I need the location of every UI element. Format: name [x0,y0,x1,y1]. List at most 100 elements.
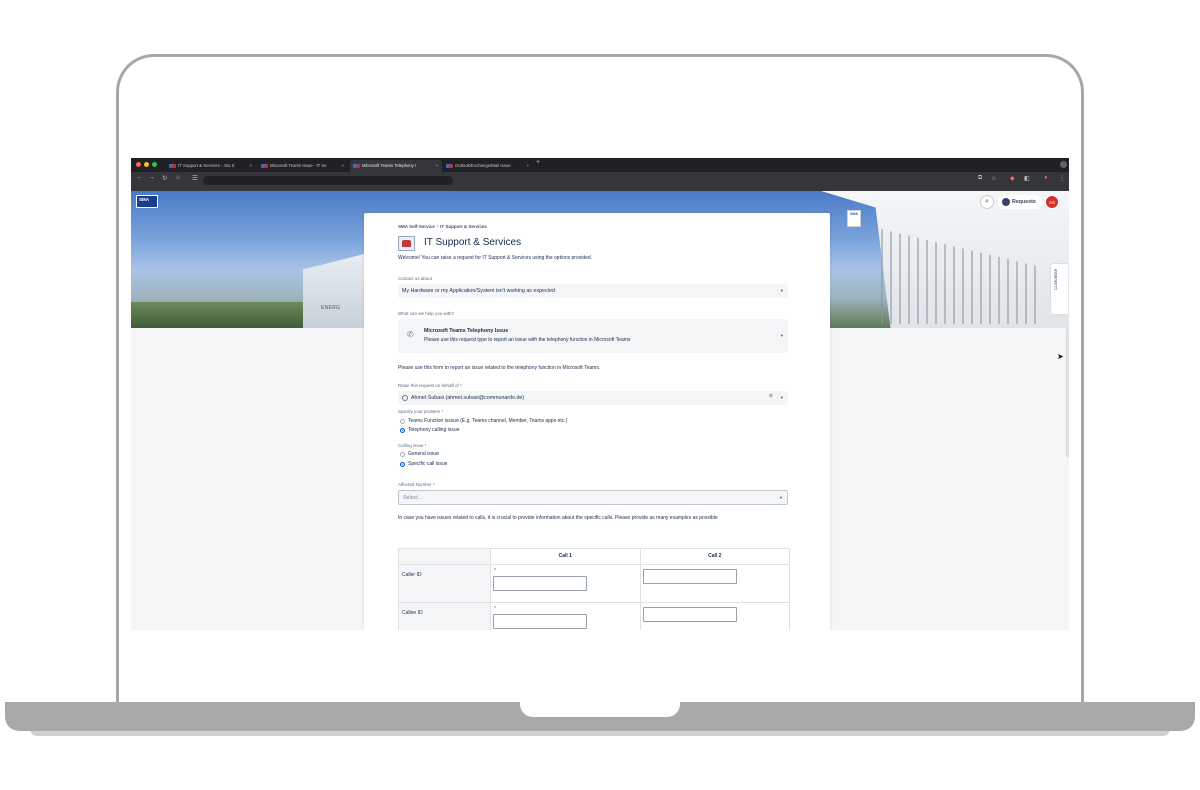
translate-icon[interactable]: ⧉ [978,175,982,182]
chevron-down-icon: ▾ [780,395,783,400]
calls-note-text: In case you have issues related to calls… [398,515,718,521]
browser-tab-3[interactable]: Microsoft Teams Telephony I × [350,160,442,172]
chevron-down-icon: ▾ [780,333,783,338]
browser-tab-2[interactable]: Microsoft Teams Issue - IT Se × [258,160,348,172]
radio-teams-function[interactable] [400,419,405,424]
search-icon[interactable]: ⌕ [980,195,994,209]
tab-label: IT Support & Services - Jira S [178,163,235,168]
requests-button[interactable]: Requests [998,195,1042,209]
chevron-down-icon: ▾ [780,288,783,293]
customise-label: Customise [1053,268,1058,290]
required-marker: * [494,606,496,612]
table-cell: * [490,602,641,630]
contact-select[interactable]: My Hardware or my Application/System isn… [398,284,788,298]
radio-specific-call[interactable] [400,462,405,467]
radio-label-specific-call: Specific call issue [408,461,448,467]
affected-number-select[interactable]: Select... ▾ [398,490,788,505]
maximize-window-icon[interactable] [152,162,157,167]
profile-icon[interactable]: ● [1044,175,1048,181]
callee-id-call-1-input[interactable] [493,614,587,629]
close-tab-icon[interactable]: × [341,160,344,172]
tab-label: Outlook/Exchange/Mail Issue [455,163,511,168]
browser-menu-icon[interactable]: ⋮ [1059,175,1065,182]
affected-number-placeholder: Select... [403,495,423,501]
phone-icon: ✆ [407,330,414,339]
table-cell [639,564,790,603]
minimize-window-icon[interactable] [144,162,149,167]
behalf-select[interactable]: Ahmet Subasi (ahmet.subasi@communardo.de… [398,391,788,405]
building-logo: SMA [847,210,861,227]
close-tab-icon[interactable]: × [249,160,252,172]
callee-id-call-2-input[interactable] [642,607,737,622]
table-row: Caller ID * [398,564,790,603]
tab-bar: IT Support & Services - Jira S × Microso… [131,158,1069,172]
row-header-caller-id: Caller ID [398,564,491,603]
site-settings-icon[interactable]: ☰ [192,174,198,182]
browser-screen: IT Support & Services - Jira S × Microso… [131,158,1069,630]
caller-id-call-1-input[interactable] [493,576,587,591]
caller-id-call-2-input[interactable] [642,569,737,584]
required-marker: * [494,568,496,574]
home-icon[interactable]: ⌂ [176,174,180,181]
user-icon [402,395,408,401]
new-tab-button[interactable]: + [536,159,540,166]
contact-value: My Hardware or my Application/System isn… [402,288,555,294]
tab-label: Microsoft Teams Issue - IT Se [270,163,327,168]
back-arrow-icon[interactable]: ← [136,174,143,181]
radio-general-issue[interactable] [400,452,405,457]
requests-label: Requests [1012,199,1036,205]
page-title: IT Support & Services [424,237,522,248]
requests-icon [1002,198,1010,206]
clear-icon[interactable]: ⊗ [769,393,773,399]
behalf-value: Ahmet Subasi (ahmet.subasi@communardo.de… [411,395,525,401]
welcome-text: Welcome! You can raise a request for IT … [398,255,593,261]
jira-favicon-icon [169,164,176,168]
breadcrumb-separator: / [436,224,439,229]
close-tab-icon[interactable]: × [526,160,529,172]
avatar[interactable]: AS [1045,195,1059,209]
extensions-puzzle-icon[interactable]: ◧ [1024,175,1030,182]
radio-label-telephony-calling: Telephony calling issue [408,427,460,433]
tab-label: Microsoft Teams Telephony I [362,163,417,168]
bookmark-star-icon[interactable]: ☆ [991,175,996,182]
table-cell: * [490,564,641,603]
problem-label: Specify your problem * [398,409,444,414]
column-header-call-1: Call 1 [490,548,641,565]
close-window-icon[interactable] [136,162,141,167]
extension-icon[interactable]: ◆ [1010,175,1015,182]
jira-favicon-icon [261,164,268,168]
radio-telephony-calling[interactable] [400,428,405,433]
form-intro-text: Please use this form to report an issue … [398,365,601,371]
service-desk-icon [398,236,415,251]
help-label: What can we help you with? [398,311,455,316]
chevron-down-icon: ▾ [779,495,782,500]
calls-table: Call 1 Call 2 Caller ID * Callee ID * [398,548,790,630]
radio-label-teams-function: Teams Function isssue (E.g. Teams channe… [408,418,568,424]
column-header-call-2: Call 2 [639,548,790,565]
tab-search-icon[interactable] [1060,161,1067,168]
page-scrollbar[interactable] [1066,328,1069,458]
request-type-description: Please use this request type to report a… [424,337,631,343]
address-bar[interactable] [203,176,453,185]
table-corner-cell [398,548,491,565]
breadcrumb: SMA Self-Service / IT Support & Services [398,224,487,229]
jira-favicon-icon [353,164,360,168]
request-form-card: SMA Self-Service / IT Support & Services I… [364,213,830,630]
browser-tab-4[interactable]: Outlook/Exchange/Mail Issue × [443,160,533,172]
forward-arrow-icon[interactable]: → [148,174,155,181]
browser-tab-1[interactable]: IT Support & Services - Jira S × [166,160,256,172]
laptop-notch [520,702,680,717]
mouse-cursor-icon: ➤ [1057,352,1064,361]
contact-label: Contact us about [398,276,433,281]
row-header-callee-id: Callee ID [398,602,491,630]
browser-toolbar: ← → ↻ ⌂ ☰ ⧉ ☆ ◆ ◧ ● ⋮ [131,172,1069,191]
breadcrumb-item-self-service[interactable]: SMA Self-Service [398,224,435,229]
radio-label-general-issue: General issue [408,451,439,457]
close-tab-icon[interactable]: × [435,160,438,172]
table-header-row: Call 1 Call 2 [398,548,790,565]
breadcrumb-item-it-support[interactable]: IT Support & Services [440,224,487,229]
sma-logo[interactable]: SMA [136,195,158,208]
customise-tab[interactable]: Customise [1050,263,1068,315]
request-type-select[interactable]: ✆ Microsoft Teams Telephony Issue Please… [398,319,788,353]
reload-icon[interactable]: ↻ [162,174,167,182]
